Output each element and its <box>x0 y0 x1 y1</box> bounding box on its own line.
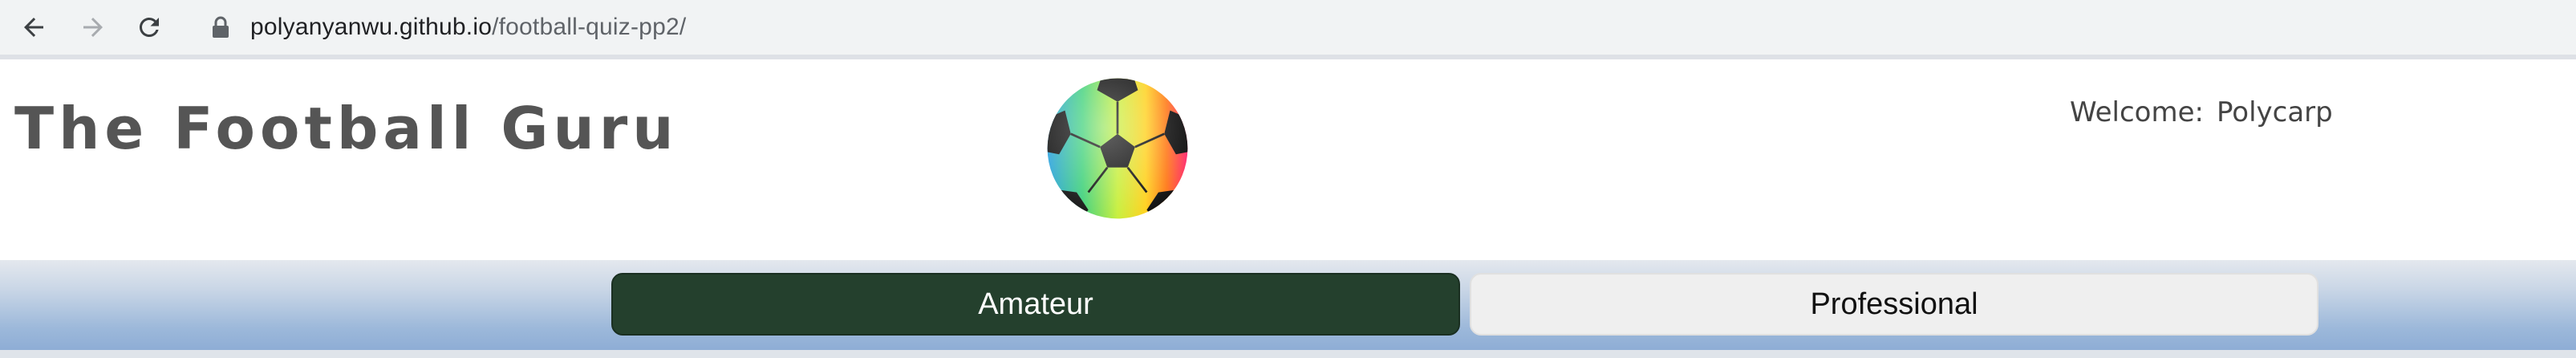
forward-arrow-icon <box>83 18 103 37</box>
url-text[interactable]: polyanyanwu.github.io/football-quiz-pp2/ <box>250 14 686 41</box>
url-host: polyanyanwu.github.io <box>250 14 493 40</box>
amateur-level-button[interactable]: Amateur <box>611 273 1460 336</box>
reload-icon <box>140 17 159 37</box>
football-icon <box>1047 78 1188 219</box>
browser-toolbar: polyanyanwu.github.io/football-quiz-pp2/ <box>0 0 2576 55</box>
welcome-message: Welcome: Polycarp <box>2070 96 2333 128</box>
lock-icon[interactable] <box>212 16 229 39</box>
reload-button[interactable] <box>128 6 170 48</box>
address-bar[interactable]: polyanyanwu.github.io/football-quiz-pp2/ <box>191 3 2576 51</box>
back-arrow-icon <box>24 18 43 37</box>
site-title: The Football Guru <box>14 95 679 162</box>
back-button[interactable] <box>13 6 55 48</box>
welcome-label: Welcome: <box>2070 96 2204 128</box>
url-path: /football-quiz-pp2/ <box>492 14 687 40</box>
professional-level-button[interactable]: Professional <box>1470 273 2318 336</box>
username: Polycarp <box>2216 96 2333 128</box>
forward-button[interactable] <box>72 6 114 48</box>
